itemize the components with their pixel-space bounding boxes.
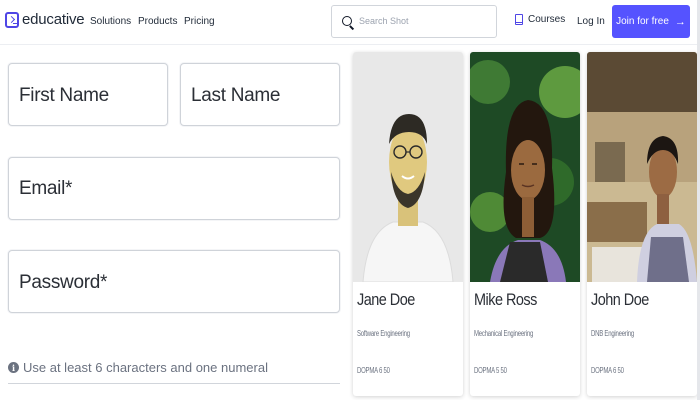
login-link[interactable]: Log In bbox=[577, 16, 605, 27]
password-field[interactable]: Password* bbox=[8, 250, 340, 313]
brand-name: educative bbox=[22, 11, 85, 28]
last-name-field[interactable]: Last Name bbox=[180, 63, 340, 126]
password-label: Password* bbox=[19, 272, 108, 293]
profile-meta: DOPMA 6 50 bbox=[357, 366, 390, 375]
password-hint-text: Use at least 6 characters and one numera… bbox=[23, 360, 268, 375]
profile-card[interactable]: John Doe DNB Engineering DOPMA 6 50 bbox=[587, 52, 697, 396]
first-name-field[interactable]: First Name bbox=[8, 63, 168, 126]
email-field[interactable]: Email* bbox=[8, 157, 340, 220]
last-name-label: Last Name bbox=[191, 85, 281, 106]
courses-link[interactable]: Courses bbox=[515, 14, 565, 25]
profile-photo bbox=[353, 52, 463, 282]
profile-name: Jane Doe bbox=[357, 290, 415, 309]
nav-solutions[interactable]: Solutions bbox=[90, 16, 131, 27]
arrow-right-icon: → bbox=[674, 15, 686, 28]
divider bbox=[8, 383, 340, 384]
info-icon: i bbox=[8, 362, 19, 373]
search-placeholder: Search Shot bbox=[359, 16, 409, 26]
profile-role: Software Engineering bbox=[357, 329, 410, 338]
book-icon bbox=[515, 14, 523, 25]
terminal-logo-icon bbox=[5, 11, 19, 28]
first-name-label: First Name bbox=[19, 85, 109, 106]
profile-meta: DOPMA 5 50 bbox=[474, 366, 507, 375]
profile-photo bbox=[470, 52, 580, 282]
profile-card[interactable]: Jane Doe Software Engineering DOPMA 6 50 bbox=[353, 52, 463, 396]
email-label: Email* bbox=[19, 178, 73, 199]
profile-role: Mechanical Engineering bbox=[474, 329, 534, 338]
join-button-label: Join for free bbox=[616, 16, 669, 27]
profile-photo bbox=[587, 52, 697, 282]
profile-name: John Doe bbox=[591, 290, 649, 309]
search-icon bbox=[342, 16, 352, 26]
nav-pricing[interactable]: Pricing bbox=[184, 16, 215, 27]
brand-logo[interactable]: educative bbox=[5, 11, 85, 28]
profile-role: DNB Engineering bbox=[591, 329, 634, 338]
search-input[interactable]: Search Shot bbox=[331, 5, 497, 38]
profile-meta: DOPMA 6 50 bbox=[591, 366, 624, 375]
nav-products[interactable]: Products bbox=[138, 16, 177, 27]
profile-name: Mike Ross bbox=[474, 290, 537, 309]
join-for-free-button[interactable]: Join for free → bbox=[612, 5, 690, 38]
password-hint: i Use at least 6 characters and one nume… bbox=[8, 360, 268, 375]
top-navigation-bar: educative Solutions Products Pricing Sea… bbox=[0, 0, 700, 45]
courses-label: Courses bbox=[528, 14, 566, 25]
profile-card[interactable]: Mike Ross Mechanical Engineering DOPMA 5… bbox=[470, 52, 580, 396]
